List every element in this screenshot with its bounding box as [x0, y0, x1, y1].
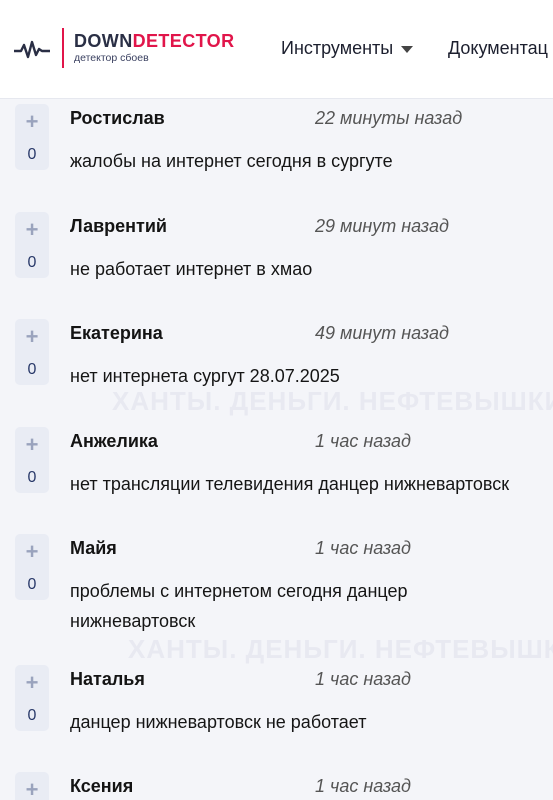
logo-name-part1: DOWN: [74, 31, 133, 51]
comment-author: Наталья: [70, 669, 145, 689]
vote-box: + 0: [15, 427, 49, 493]
logo-name-part2: DETECTOR: [132, 31, 235, 51]
nav-tools-label: Инструменты: [281, 38, 394, 58]
vote-box: +: [15, 772, 49, 800]
plus-icon[interactable]: +: [15, 671, 49, 695]
vote-count: 0: [27, 469, 37, 486]
vote-count: 0: [27, 361, 37, 378]
logo[interactable]: DOWNDETECTOR детектор сбоев: [14, 28, 234, 70]
comment-time: 1 час назад: [315, 776, 411, 796]
plus-icon[interactable]: +: [15, 218, 49, 242]
comment-author: Ростислав: [70, 108, 165, 128]
vote-box: + 0: [15, 665, 49, 731]
comment-time: 1 час назад: [315, 669, 411, 689]
comment-author: Анжелика: [70, 431, 158, 451]
logo-name: DOWNDETECTOR: [74, 31, 234, 51]
nav-tools[interactable]: Инструменты: [281, 38, 414, 59]
comment-time: 49 минут назад: [315, 323, 449, 343]
comment-text: данцер нижневартовск не работает: [70, 712, 367, 732]
logo-text: DOWNDETECTOR детектор сбоев: [74, 31, 234, 64]
plus-icon[interactable]: +: [15, 433, 49, 457]
comment-author: Екатерина: [70, 323, 163, 343]
comment-time: 1 час назад: [315, 538, 411, 558]
pulse-icon: [14, 40, 50, 59]
logo-tagline: детектор сбоев: [74, 52, 149, 64]
plus-icon[interactable]: +: [15, 110, 49, 134]
comment-text: жалобы на интернет сегодня в сургуте: [70, 151, 393, 171]
vote-count: 0: [27, 707, 37, 724]
logo-divider: [62, 28, 64, 68]
vote-box: + 0: [15, 104, 49, 170]
vote-count: 0: [27, 254, 37, 271]
site-header: DOWNDETECTOR детектор сбоев Инструменты …: [0, 0, 553, 99]
comment-time: 22 минуты назад: [315, 108, 463, 128]
plus-icon[interactable]: +: [15, 778, 49, 800]
vote-box: + 0: [15, 534, 49, 600]
vote-count: 0: [27, 146, 37, 163]
comment-author: Лаврентий: [70, 216, 167, 236]
caret-down-icon: [401, 45, 414, 53]
comment-text: проблемы с интернетом сегодня данцер ниж…: [70, 581, 408, 631]
comment-time: 29 минут назад: [315, 216, 449, 236]
watermark: ХАНТЫ. ДЕНЬГИ. НЕФТЕВЫШКИ: [128, 634, 553, 664]
comment-text: не работает интернет в хмао: [70, 259, 313, 279]
comment-author: Ксения: [70, 776, 134, 796]
comment-text: нет трансляции телевидения данцер нижнев…: [70, 474, 510, 494]
vote-box: + 0: [15, 319, 49, 385]
comment-text: нет интернета сургут 28.07.2025: [70, 366, 340, 386]
nav-docs[interactable]: Документац: [448, 38, 548, 59]
vote-count: 0: [27, 576, 37, 593]
comments-list: ХАНТЫ. ДЕНЬГИ. НЕФТЕВЫШКИ ХАНТЫ. ДЕНЬГИ.…: [0, 98, 553, 800]
vote-box: + 0: [15, 212, 49, 278]
comment-time: 1 час назад: [315, 431, 411, 451]
comment-author: Майя: [70, 538, 117, 558]
plus-icon[interactable]: +: [15, 325, 49, 349]
plus-icon[interactable]: +: [15, 540, 49, 564]
